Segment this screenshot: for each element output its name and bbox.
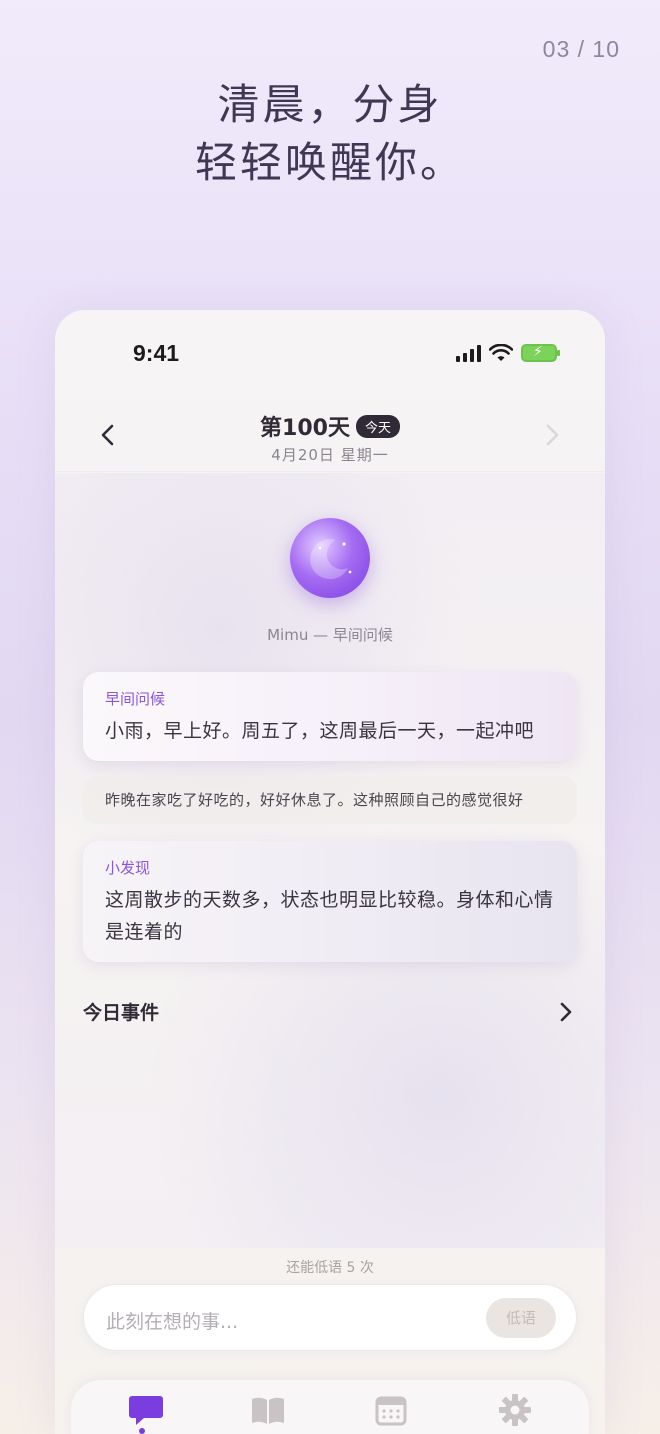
day-title: 第100天 今天 [55,410,605,442]
page-counter: 03 / 10 [542,36,620,62]
book-icon[interactable] [248,1390,288,1430]
date-subtitle: 4月20日 星期一 [271,446,389,464]
message-input[interactable]: 此刻在想的事... 低语 [83,1284,577,1351]
input-placeholder: 此刻在想的事... [106,1311,239,1333]
card-text: 昨晚在家吃了好吃的，好好休息了。这种照顾自己的感觉很好 [105,791,524,809]
events-title: 今日事件 [83,1002,160,1024]
headline: 清晨，分身 轻轻唤醒你。 [0,76,660,192]
phone-mockup: 9:41 ⚡ 第100天 今天 4月20日 星期一 Mimu — 早间问候 早间… [55,310,605,1434]
forward-arrow-icon[interactable] [537,420,567,450]
status-time: 9:41 [133,340,180,366]
card-label: 小发现 [105,859,151,877]
card-text: 小雨，早上好。周五了，这周最后一天，一起冲吧 [105,720,535,742]
reflection-card[interactable]: 昨晚在家吃了好吃的，好好休息了。这种照顾自己的感觉很好 [83,776,577,824]
signal-icon [456,344,481,362]
day-count: 第100天 [260,416,350,441]
card-text: 这周散步的天数多，状态也明显比较稳。身体和心情是连着的 [105,889,554,943]
card-label: 早间问候 [105,690,166,708]
morning-greeting-card[interactable]: 早间问候 小雨，早上好。周五了，这周最后一天，一起冲吧 [83,672,577,761]
headline-line-2: 轻轻唤醒你。 [194,138,465,187]
whisper-button[interactable]: 低语 [486,1298,556,1338]
whisper-quota: 还能低语 5 次 [286,1260,374,1276]
tab-bar [71,1380,589,1434]
mimu-avatar[interactable] [290,518,370,598]
today-events-row[interactable]: 今日事件 [83,998,577,1028]
chat-icon[interactable] [126,1390,166,1430]
chevron-right-icon [560,1002,572,1022]
calendar-icon[interactable] [371,1390,411,1430]
moon-icon [310,539,352,580]
nav-header: 第100天 今天 4月20日 星期一 [55,402,605,472]
today-badge: 今天 [355,415,400,438]
battery-icon: ⚡ [521,344,560,362]
discovery-card[interactable]: 小发现 这周散步的天数多，状态也明显比较稳。身体和心情是连着的 [83,841,577,962]
avatar-caption: Mimu — 早间问候 [267,626,393,644]
headline-line-1: 清晨，分身 [217,80,443,129]
wifi-icon [489,344,513,361]
active-tab-indicator [139,1428,145,1434]
status-icons: ⚡ [456,344,560,362]
gear-icon[interactable] [495,1390,535,1430]
status-bar: 9:41 ⚡ [55,340,605,370]
